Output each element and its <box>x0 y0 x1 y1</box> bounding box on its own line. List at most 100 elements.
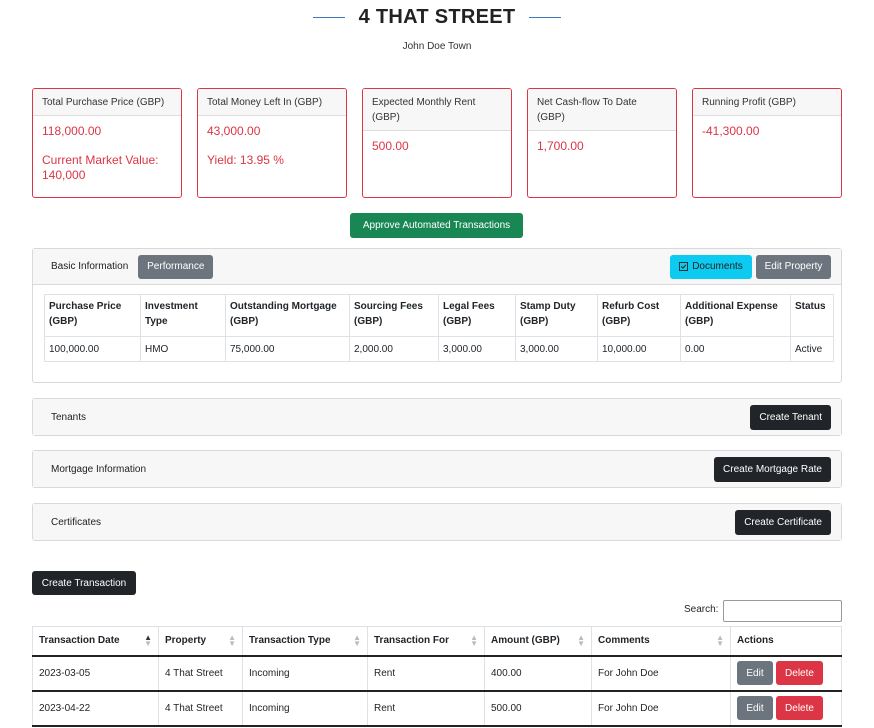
cell-stamp-duty: 3,000.00 <box>515 336 598 362</box>
table-row: 2023-03-05 4 That Street Incoming Rent 4… <box>32 655 842 692</box>
card-value: 118,000.00 <box>42 124 102 138</box>
column-header: Status <box>790 294 834 337</box>
cell-property: 4 That Street <box>158 655 243 692</box>
column-header-comments[interactable]: Comments ▲ ▼ <box>591 626 731 657</box>
cell-sourcing-fees: 2,000.00 <box>349 336 439 362</box>
column-header: Additional Expense (GBP) <box>680 294 791 337</box>
card-label: Total Purchase Price (GBP) <box>33 89 181 116</box>
approve-transactions-button[interactable]: Approve Automated Transactions <box>350 213 523 238</box>
column-label: Comments <box>598 635 650 647</box>
cell-amount: 400.00 <box>484 655 592 692</box>
column-header: Legal Fees (GBP) <box>438 294 516 337</box>
mortgage-title[interactable]: Mortgage Information <box>51 464 146 475</box>
check-square-icon <box>679 262 689 271</box>
property-info-table: Purchase Price (GBP) Investment Type Out… <box>44 294 834 362</box>
create-certificate-button[interactable]: Create Certificate <box>735 509 831 535</box>
card-label: Total Money Left In (GBP) <box>198 89 346 116</box>
cell-for: Rent <box>367 655 485 692</box>
column-header: Stamp Duty (GBP) <box>515 294 598 337</box>
card-value: 500.00 <box>372 139 409 153</box>
table-row: 100,000.00 HMO 75,000.00 2,000.00 3,000.… <box>44 336 834 362</box>
delete-transaction-button[interactable]: Delete <box>776 696 823 720</box>
documents-button[interactable]: Documents <box>670 254 752 279</box>
column-header-transaction-date[interactable]: Transaction Date ▲ ▼ <box>32 626 159 657</box>
card-value: 43,000.00 <box>207 124 261 138</box>
column-header-transaction-type[interactable]: Transaction Type ▲ ▼ <box>242 626 368 657</box>
column-header-transaction-for[interactable]: Transaction For ▲ ▼ <box>367 626 485 657</box>
sort-icon: ▲ ▼ <box>716 633 724 648</box>
cell-date: 2023-03-05 <box>32 655 159 692</box>
edit-property-button[interactable]: Edit Property <box>756 254 831 279</box>
column-label: Transaction Type <box>249 635 331 647</box>
card-label: Net Cash-flow To Date (GBP) <box>528 89 676 131</box>
certificates-title[interactable]: Certificates <box>51 517 101 528</box>
card-value: 1,700.00 <box>537 139 584 153</box>
summary-cards: Total Purchase Price (GBP) 118,000.00 Cu… <box>32 88 842 198</box>
card-net-cash-flow: Net Cash-flow To Date (GBP) 1,700.00 <box>527 88 677 198</box>
cell-outstanding-mortgage: 75,000.00 <box>225 336 350 362</box>
column-label: Property <box>165 635 207 647</box>
transactions-table: Transaction Date ▲ ▼ Property ▲ ▼ Transact… <box>32 626 842 727</box>
delete-transaction-button[interactable]: Delete <box>776 661 823 685</box>
column-header-amount[interactable]: Amount (GBP) ▲ ▼ <box>484 626 592 657</box>
documents-label: Documents <box>692 261 743 272</box>
edit-transaction-button[interactable]: Edit <box>737 661 773 685</box>
create-transaction-button[interactable]: Create Transaction <box>32 571 136 595</box>
mortgage-panel: Mortgage Information Create Mortgage Rat… <box>32 450 842 488</box>
cell-purchase-price: 100,000.00 <box>44 336 141 362</box>
column-header-actions: Actions <box>730 626 842 657</box>
page-subtitle: John Doe Town <box>402 41 472 52</box>
column-header: Sourcing Fees (GBP) <box>349 294 439 337</box>
sort-icon: ▲ ▼ <box>228 633 236 648</box>
edit-transaction-button[interactable]: Edit <box>737 696 773 720</box>
cell-date: 2023-04-22 <box>32 690 159 727</box>
cell-amount: 500.00 <box>484 690 592 727</box>
column-header-property[interactable]: Property ▲ ▼ <box>158 626 243 657</box>
sort-icon: ▲ ▼ <box>577 633 585 648</box>
sort-icon: ▲ ▼ <box>353 633 361 648</box>
tab-performance[interactable]: Performance <box>138 254 214 279</box>
column-header: Investment Type <box>140 294 226 337</box>
card-total-purchase-price: Total Purchase Price (GBP) 118,000.00 Cu… <box>32 88 182 198</box>
column-header: Refurb Cost (GBP) <box>597 294 681 337</box>
column-label: Transaction For <box>374 635 450 647</box>
cell-additional-expense: 0.00 <box>680 336 791 362</box>
sort-icon: ▲ ▼ <box>144 633 152 648</box>
table-row: 2023-04-22 4 That Street Incoming Rent 5… <box>32 690 842 727</box>
cell-actions: Edit Delete <box>730 690 842 727</box>
search-input[interactable] <box>723 600 842 622</box>
cell-property: 4 That Street <box>158 690 243 727</box>
title-decoration-right <box>529 17 562 18</box>
title-decoration-left <box>312 17 345 18</box>
cell-legal-fees: 3,000.00 <box>438 336 516 362</box>
tenants-title[interactable]: Tenants <box>51 412 86 423</box>
column-header: Purchase Price (GBP) <box>44 294 141 337</box>
cell-refurb-cost: 10,000.00 <box>597 336 681 362</box>
column-label: Transaction Date <box>39 635 120 647</box>
tab-basic-information[interactable]: Basic Information <box>51 261 128 272</box>
cell-type: Incoming <box>242 655 368 692</box>
create-mortgage-rate-button[interactable]: Create Mortgage Rate <box>714 456 831 482</box>
card-label: Expected Monthly Rent (GBP) <box>363 89 511 131</box>
card-expected-monthly-rent: Expected Monthly Rent (GBP) 500.00 <box>362 88 512 198</box>
tenants-panel: Tenants Create Tenant <box>32 398 842 436</box>
card-running-profit: Running Profit (GBP) -41,300.00 <box>692 88 842 198</box>
sort-icon: ▲ ▼ <box>470 633 478 648</box>
certificates-panel: Certificates Create Certificate <box>32 503 842 541</box>
column-header: Outstanding Mortgage (GBP) <box>225 294 350 337</box>
cell-comments: For John Doe <box>591 655 731 692</box>
basic-information-panel: Basic Information Performance Documents … <box>32 248 842 383</box>
cell-for: Rent <box>367 690 485 727</box>
page-header: 4 THAT STREET John Doe Town <box>0 6 874 52</box>
create-tenant-button[interactable]: Create Tenant <box>750 404 831 430</box>
card-value: -41,300.00 <box>702 124 760 138</box>
card-extra: Current Market Value: 140,000 <box>42 153 159 182</box>
page-title: 4 THAT STREET <box>358 6 516 28</box>
card-total-money-left-in: Total Money Left In (GBP) 43,000.00 Yiel… <box>197 88 347 198</box>
cell-investment-type: HMO <box>140 336 226 362</box>
cell-actions: Edit Delete <box>730 655 842 692</box>
card-extra: Yield: 13.95 % <box>207 153 284 167</box>
cell-status: Active <box>790 336 834 362</box>
cell-comments: For John Doe <box>591 690 731 727</box>
search-label: Search: <box>684 604 719 615</box>
